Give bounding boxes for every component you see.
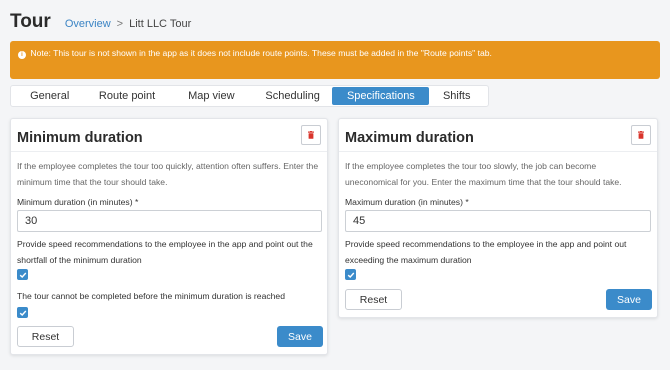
block-completion-label: The tour cannot be completed before the …: [17, 291, 285, 301]
card-title: Minimum duration: [17, 130, 143, 146]
speed-recommendation-checkbox[interactable]: [17, 269, 28, 280]
divider: [11, 151, 327, 152]
save-button[interactable]: Save: [606, 289, 652, 310]
maximum-duration-card: Maximum duration If the employee complet…: [338, 118, 658, 318]
reset-button[interactable]: Reset: [345, 289, 402, 310]
breadcrumb-separator: >: [116, 18, 124, 30]
checkmark-icon: [347, 272, 354, 278]
minimum-duration-card: Minimum duration If the employee complet…: [10, 118, 328, 355]
block-completion-checkbox[interactable]: [17, 307, 28, 318]
minimum-duration-label: Minimum duration (in minutes) *: [17, 197, 139, 207]
tab-bar: General Route point Map view Scheduling …: [10, 85, 489, 107]
card-title: Maximum duration: [345, 130, 474, 146]
alert-text: Note: This tour is not shown in the app …: [30, 48, 492, 58]
tab-general[interactable]: General: [15, 87, 84, 105]
save-button[interactable]: Save: [277, 326, 323, 347]
checkmark-icon: [19, 310, 26, 316]
speed-recommendation-label: Provide speed recommendations to the emp…: [345, 239, 627, 265]
warning-alert: i Note: This tour is not shown in the ap…: [10, 41, 660, 79]
page-header: Tour Overview > Litt LLC Tour: [10, 11, 191, 33]
reset-button[interactable]: Reset: [17, 326, 74, 347]
card-description: If the employee completes the tour too q…: [17, 161, 319, 187]
tab-specifications[interactable]: Specifications: [332, 87, 430, 105]
tab-scheduling[interactable]: Scheduling: [253, 87, 332, 105]
minimum-duration-input[interactable]: [17, 210, 322, 232]
breadcrumb-current: Litt LLC Tour: [129, 18, 192, 30]
tab-map-view[interactable]: Map view: [170, 87, 253, 105]
trash-icon: [638, 131, 644, 139]
info-icon: i: [18, 51, 26, 59]
card-description: If the employee completes the tour too s…: [345, 161, 622, 187]
checkmark-icon: [19, 272, 26, 278]
delete-button[interactable]: [301, 125, 321, 145]
maximum-duration-label: Maximum duration (in minutes) *: [345, 197, 469, 207]
tab-shifts[interactable]: Shifts: [429, 87, 484, 105]
maximum-duration-input[interactable]: [345, 210, 651, 232]
page-title: Tour: [10, 11, 51, 32]
delete-button[interactable]: [631, 125, 651, 145]
tab-route-point[interactable]: Route point: [84, 87, 169, 105]
breadcrumb-overview-link[interactable]: Overview: [65, 18, 111, 30]
divider: [339, 151, 657, 152]
speed-recommendation-label: Provide speed recommendations to the emp…: [17, 239, 313, 265]
speed-recommendation-checkbox[interactable]: [345, 269, 356, 280]
trash-icon: [308, 131, 314, 139]
